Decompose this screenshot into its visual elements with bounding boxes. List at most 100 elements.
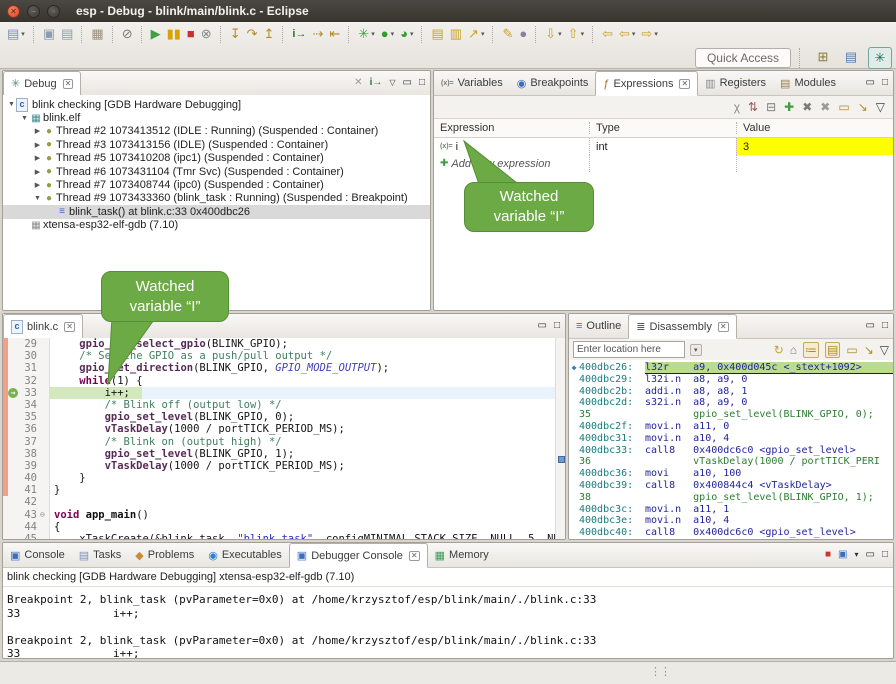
tree-expander-icon[interactable]: ▼: [7, 101, 16, 108]
save-all-button[interactable]: ▤: [59, 24, 75, 44]
editor-ruler[interactable]: 34: [3, 399, 50, 411]
disassembly-line[interactable]: vTaskDelay(1000 / portTICK_PERI: [569, 539, 893, 540]
tab-debugger-console[interactable]: ▣Debugger Console✕: [289, 543, 428, 568]
disassembly-line[interactable]: 38 gpio_set_level(BLINK_GPIO, 1);: [569, 492, 893, 504]
editor-ruler[interactable]: 42: [3, 496, 50, 508]
use-step-filters-button[interactable]: ⇢: [310, 24, 325, 44]
tab-disassembly[interactable]: ≣Disassembly✕: [628, 314, 736, 339]
overview-ruler[interactable]: [555, 338, 565, 539]
debug-tree-row[interactable]: ▶●Thread #2 1073413512 (IDLE : Running) …: [3, 125, 430, 138]
expressions-maximize-button[interactable]: □: [882, 78, 888, 88]
editor-line[interactable]: 39 vTaskDelay(1000 / portTICK_PERIOD_MS)…: [3, 460, 565, 472]
editor-ruler[interactable]: →33: [3, 387, 50, 399]
editor-line[interactable]: 36 vTaskDelay(1000 / portTICK_PERIOD_MS)…: [3, 423, 565, 435]
tab-outline[interactable]: ≡Outline: [569, 314, 628, 338]
export-button[interactable]: ↘: [858, 101, 868, 113]
close-tab-icon[interactable]: ✕: [64, 322, 75, 332]
suspend-button[interactable]: ▮▮: [165, 24, 183, 44]
back-button[interactable]: ⇦▾: [617, 24, 637, 44]
console-terminate-button[interactable]: ■: [825, 550, 831, 560]
console-minimize-button[interactable]: ▭: [866, 550, 875, 560]
disassembly-line[interactable]: 400dbc39:call8 0x400844c4 <vTaskDelay>: [569, 480, 893, 492]
view-menu-button[interactable]: ▽: [876, 101, 885, 113]
editor-ruler[interactable]: 32: [3, 375, 50, 387]
console-output[interactable]: Breakpoint 2, blink_task (pvParameter=0x…: [3, 587, 893, 659]
editor-line[interactable]: 31 gpio_set_direction(BLINK_GPIO, GPIO_M…: [3, 362, 565, 374]
remove-all-expressions-button[interactable]: ✖: [820, 101, 830, 113]
disassembly-minimize-button[interactable]: ▭: [866, 321, 875, 331]
external-tools-button[interactable]: ◕▾: [398, 24, 415, 44]
dropdown-arrow-icon[interactable]: ▾: [558, 30, 562, 38]
step-return-button[interactable]: ↥: [262, 24, 277, 44]
breakpoint-overview-mark[interactable]: [558, 456, 565, 463]
disassembly-line[interactable]: 400dbc3c:movi.n a11, 1: [569, 504, 893, 516]
disconnect-button[interactable]: ⊗: [199, 24, 214, 44]
window-maximize-button[interactable]: ▫: [47, 5, 60, 18]
debug-tree-row[interactable]: ▶●Thread #6 1073431104 (Tmr Svc) (Suspen…: [3, 165, 430, 178]
open-perspective-button[interactable]: ⊞: [812, 47, 834, 67]
editor-line[interactable]: 43⊖void app_main(): [3, 509, 565, 521]
dropdown-arrow-icon[interactable]: ▾: [371, 30, 375, 38]
tab-blink-c[interactable]: c blink.c ✕: [3, 314, 83, 339]
statusbar-drag-handle[interactable]: ⋮⋮: [650, 665, 670, 678]
editor-ruler[interactable]: 43⊖: [3, 509, 50, 521]
debug-button[interactable]: ✳▾: [356, 24, 376, 44]
tree-expander-icon[interactable]: ▶: [33, 181, 42, 189]
dropdown-arrow-icon[interactable]: ▾: [632, 30, 636, 38]
editor-ruler[interactable]: 39: [3, 460, 50, 472]
terminate-button[interactable]: ■: [185, 24, 197, 44]
disassembly-line[interactable]: 400dbc36:movi a10, 100: [569, 468, 893, 480]
editor-line[interactable]: →33 i++;: [3, 387, 565, 399]
refresh-view-button[interactable]: ↻: [774, 343, 784, 357]
close-tab-icon[interactable]: ✕: [679, 79, 690, 89]
dropdown-arrow-icon[interactable]: ▾: [581, 30, 585, 38]
debug-tree-row[interactable]: ▼cblink checking [GDB Hardware Debugging…: [3, 98, 430, 111]
instruction-stepping-button[interactable]: i→: [290, 24, 308, 44]
tree-expander-icon[interactable]: ▶: [33, 154, 42, 162]
open-resource-button[interactable]: ▥: [448, 24, 464, 44]
editor-line[interactable]: 45 xTaskCreate(&blink_task, "blink_task"…: [3, 533, 565, 540]
editor-line[interactable]: 44{: [3, 521, 565, 533]
disassembly-line[interactable]: 35 gpio_set_level(BLINK_GPIO, 0);: [569, 409, 893, 421]
show-type-names-button[interactable]: χ: [734, 101, 740, 113]
disassembly-line[interactable]: 36 vTaskDelay(1000 / portTICK_PERI: [569, 456, 893, 468]
source-editor[interactable]: 29 gpio_pad_select_gpio(BLINK_GPIO);30 /…: [3, 338, 565, 539]
debug-tree-row[interactable]: ≡blink_task() at blink.c:33 0x400dbc26: [3, 205, 430, 218]
editor-ruler[interactable]: 29: [3, 338, 50, 350]
launch-button[interactable]: ↗▾: [466, 24, 486, 44]
editor-line[interactable]: 32 while(1) {: [3, 375, 565, 387]
editor-line[interactable]: 35 gpio_set_level(BLINK_GPIO, 0);: [3, 411, 565, 423]
tab-expressions[interactable]: ƒExpressions✕: [595, 71, 698, 96]
editor-ruler[interactable]: 31: [3, 362, 50, 374]
disassembly-line[interactable]: ◆400dbc26:l32r a9, 0x400d045c <_stext+10…: [569, 362, 893, 374]
step-over-button[interactable]: ↷: [245, 24, 260, 44]
editor-line[interactable]: 29 gpio_pad_select_gpio(BLINK_GPIO);: [3, 338, 565, 350]
tab-memory[interactable]: ▦Memory: [428, 543, 496, 567]
close-tab-icon[interactable]: ✕: [63, 79, 74, 89]
tab-debug[interactable]: ✳ Debug ✕: [3, 71, 81, 96]
disassembly-line[interactable]: 400dbc2d:s32i.n a8, a9, 0: [569, 397, 893, 409]
editor-line[interactable]: 42: [3, 496, 565, 508]
disassembly-line[interactable]: 400dbc29:l32i.n a8, a9, 0: [569, 374, 893, 386]
tab-problems[interactable]: ◆Problems: [128, 543, 201, 567]
debug-tree-row[interactable]: ▦xtensa-esp32-elf-gdb (7.10): [3, 219, 430, 232]
disassembly-line[interactable]: 400dbc3e:movi.n a10, 4: [569, 515, 893, 527]
save-button[interactable]: ▣: [41, 24, 57, 44]
column-expression[interactable]: Expression: [434, 122, 589, 134]
tree-expander-icon[interactable]: ▶: [33, 168, 42, 176]
collapse-all-button[interactable]: ⊟: [766, 101, 776, 113]
editor-maximize-button[interactable]: □: [554, 321, 560, 331]
tab-modules[interactable]: ▤Modules: [773, 71, 843, 95]
tree-expander-icon[interactable]: ▼: [33, 195, 42, 202]
debug-minimize-button[interactable]: ▭: [403, 78, 412, 88]
build-button[interactable]: ▦: [89, 24, 105, 44]
disassembly-line[interactable]: 400dbc40:call8 0x400dc6c0 <gpio_set_leve…: [569, 527, 893, 539]
remove-all-terminated-button[interactable]: ✕: [354, 78, 362, 88]
editor-line[interactable]: 34 /* Blink off (output low) */: [3, 399, 565, 411]
debug-view-menu-button[interactable]: ▽: [389, 78, 395, 88]
open-element-button[interactable]: ▤: [429, 24, 445, 44]
close-tab-icon[interactable]: ✕: [718, 322, 729, 332]
add-expression-button[interactable]: ✚: [784, 101, 794, 113]
editor-ruler[interactable]: 35: [3, 411, 50, 423]
editor-ruler[interactable]: 38: [3, 448, 50, 460]
